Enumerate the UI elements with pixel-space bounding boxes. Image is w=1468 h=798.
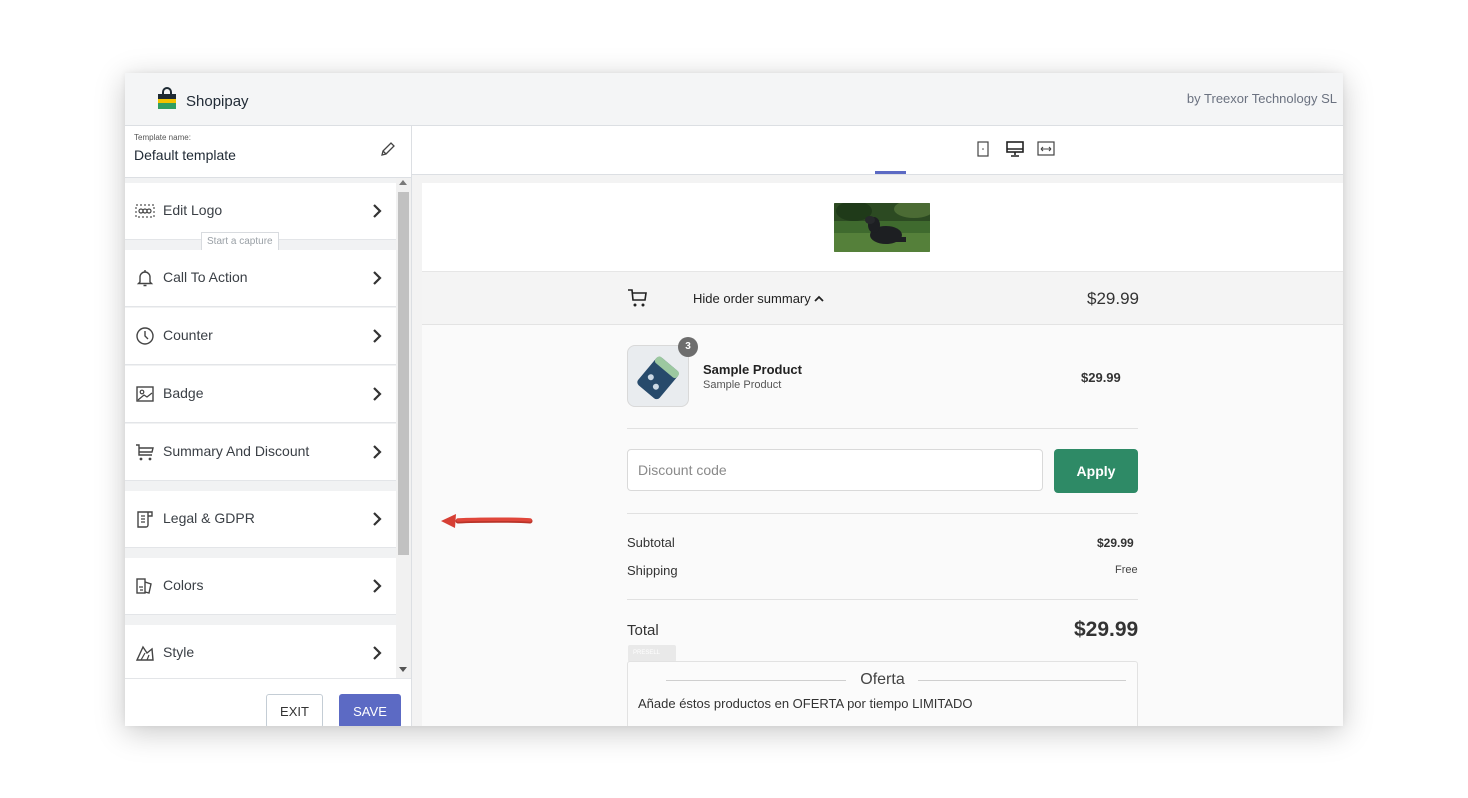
hide-order-summary-label: Hide order summary <box>693 291 811 306</box>
sidebar-item-label: Badge <box>163 385 204 401</box>
sidebar-item-label: Legal & GDPR <box>163 510 255 526</box>
presell-badge: PRESELL <box>628 645 676 662</box>
product-variant: Sample Product <box>703 379 782 391</box>
sidebar-item-style[interactable]: Style <box>125 625 396 678</box>
checkout-preview: Hide order summary $29.99 3 Sample Produ… <box>412 175 1343 726</box>
offer-box: Oferta Añade éstos productos en OFERTA p… <box>627 661 1138 726</box>
product-price: $29.99 <box>1081 370 1121 385</box>
logo-grid-icon <box>135 201 155 221</box>
sidebar-item-legal-gdpr[interactable]: Legal & GDPR <box>125 491 396 548</box>
sidebar-item-counter[interactable]: Counter <box>125 308 396 365</box>
divider <box>627 428 1138 429</box>
apply-discount-button[interactable]: Apply <box>1054 449 1138 493</box>
chevron-right-icon <box>372 578 382 599</box>
vendor-byline: by Treexor Technology SL <box>1186 91 1337 106</box>
sidebar-item-call-to-action[interactable]: Call To Action <box>125 250 396 307</box>
offer-title: Oferta <box>628 671 1137 689</box>
app-window: Shopipay by Treexor Technology SL Templa… <box>125 73 1343 726</box>
discount-code-input[interactable] <box>627 449 1043 491</box>
sidebar-item-label: Call To Action <box>163 269 248 285</box>
editor-sidebar: Template name: Default template Edit Log… <box>125 126 412 726</box>
divider <box>627 513 1138 514</box>
chevron-right-icon <box>372 511 382 532</box>
annotation-arrow-icon <box>438 511 536 540</box>
app-name: Shopipay <box>186 92 249 110</box>
sidebar-menu: Edit Logo Start a capture Call To Action… <box>125 178 396 678</box>
offer-description: Añade éstos productos en OFERTA por tiem… <box>638 696 973 711</box>
app-brand: Shopipay <box>156 87 249 115</box>
product-quantity-badge: 3 <box>678 337 698 357</box>
template-name-field: Template name: Default template <box>125 126 411 178</box>
chevron-right-icon <box>372 645 382 666</box>
desktop-view-icon[interactable] <box>1006 140 1024 158</box>
scroll-down-arrow-icon[interactable] <box>399 667 407 672</box>
total-label: Total <box>627 622 659 639</box>
sidebar-item-colors[interactable]: Colors <box>125 558 396 615</box>
clock-icon <box>135 326 155 346</box>
exit-button[interactable]: EXIT <box>266 694 323 726</box>
summary-total-price: $29.99 <box>1087 289 1139 308</box>
fullwidth-view-icon[interactable] <box>1037 140 1055 158</box>
sidebar-item-summary-and-discount[interactable]: Summary And Discount <box>125 424 396 481</box>
image-icon <box>135 384 155 404</box>
chevron-right-icon <box>372 328 382 349</box>
order-summary-toggle-bar[interactable]: Hide order summary $29.99 <box>422 272 1343 325</box>
document-icon <box>135 509 155 529</box>
sidebar-item-label: Colors <box>163 577 204 593</box>
store-logo-image <box>834 203 930 252</box>
sidebar-item-label: Summary And Discount <box>163 443 310 459</box>
selected-device-indicator <box>875 171 906 174</box>
save-button[interactable]: SAVE <box>339 694 401 726</box>
shipping-label: Shipping <box>627 563 678 578</box>
sidebar-footer: EXIT SAVE <box>125 678 411 726</box>
device-toggle-bar <box>412 126 1343 175</box>
shopping-bag-logo-icon <box>156 87 178 115</box>
subtotal-label: Subtotal <box>627 535 675 550</box>
store-logo-area <box>422 183 1343 272</box>
style-icon <box>135 643 155 663</box>
sidebar-scrollbar-thumb[interactable] <box>398 192 409 555</box>
sidebar-item-label: Edit Logo <box>163 202 223 218</box>
hide-order-summary-link[interactable]: Hide order summary <box>693 291 825 306</box>
chevron-right-icon <box>372 203 382 224</box>
preview-canvas: Hide order summary $29.99 3 Sample Produ… <box>422 183 1343 726</box>
cart-icon <box>135 442 155 462</box>
template-name-label: Template name: <box>134 133 191 142</box>
sidebar-item-label: Style <box>163 644 195 660</box>
subtotal-value: $29.99 <box>1097 536 1134 550</box>
capture-tooltip: Start a capture <box>201 232 279 251</box>
product-thumbnail <box>627 345 689 407</box>
palette-icon <box>135 576 155 596</box>
chevron-right-icon <box>372 386 382 407</box>
total-value: $29.99 <box>1074 618 1139 641</box>
template-name-value: Default template <box>134 147 236 163</box>
divider <box>627 599 1138 600</box>
top-bar: Shopipay by Treexor Technology SL <box>125 73 1343 126</box>
sidebar-item-badge[interactable]: Badge <box>125 366 396 423</box>
edit-pencil-icon[interactable] <box>379 140 397 163</box>
chevron-right-icon <box>372 270 382 291</box>
mobile-view-icon[interactable] <box>975 140 991 158</box>
scroll-up-arrow-icon[interactable] <box>399 180 407 185</box>
bell-icon <box>135 268 155 288</box>
shipping-value: Free <box>1115 564 1138 576</box>
chevron-up-icon <box>814 291 825 306</box>
sidebar-item-label: Counter <box>163 327 213 343</box>
product-name: Sample Product <box>703 362 802 377</box>
chevron-right-icon <box>372 444 382 465</box>
cart-icon <box>627 288 649 313</box>
